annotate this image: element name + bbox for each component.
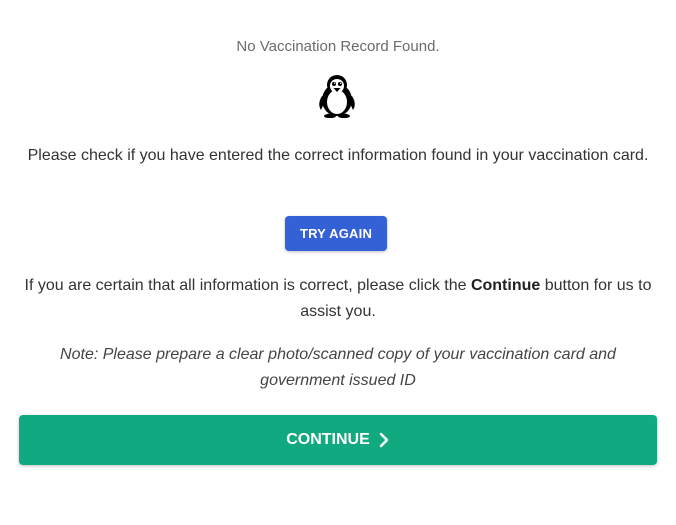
page-title: No Vaccination Record Found.	[236, 38, 440, 55]
continue-instruction-message: If you are certain that all information …	[18, 273, 658, 325]
chevron-right-icon	[379, 432, 388, 448]
continue-instruction-emphasis: Continue	[470, 277, 541, 294]
penguin-icon	[319, 75, 355, 118]
continue-instruction-prefix: If you are certain that all information …	[24, 277, 471, 294]
note-message: Note: Please prepare a clear photo/scann…	[60, 346, 616, 389]
check-info-message: Please check if you have entered the cor…	[27, 147, 649, 164]
continue-button-label: CONTINUE	[286, 431, 370, 448]
continue-button[interactable]: CONTINUE	[19, 415, 657, 465]
try-again-button[interactable]: TRY AGAIN	[285, 216, 387, 251]
no-record-panel: No Vaccination Record Found. Please chec…	[0, 0, 676, 525]
